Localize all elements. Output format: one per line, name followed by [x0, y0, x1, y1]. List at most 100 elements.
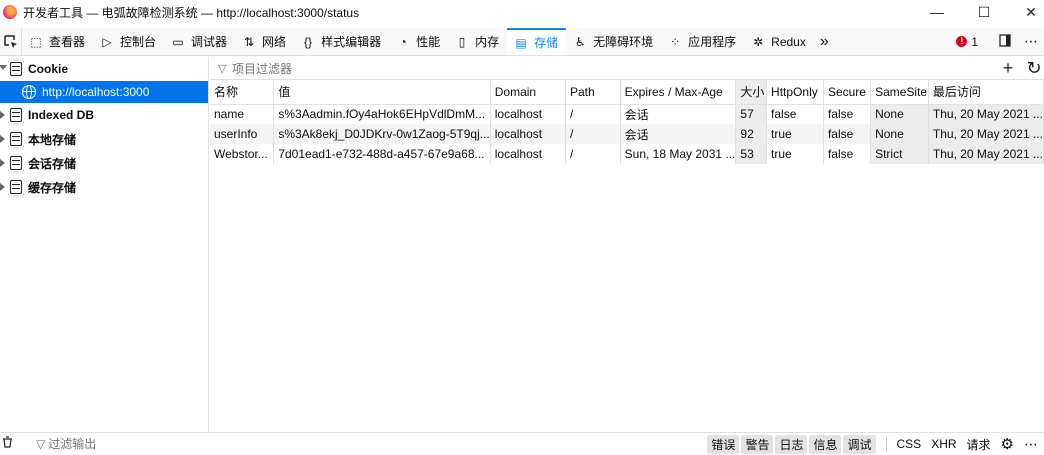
filter-icon: ▽ — [36, 436, 46, 451]
element-picker-button[interactable] — [0, 28, 22, 55]
level-error-button[interactable]: 错误 — [707, 434, 740, 454]
inspector-icon: ⬚ — [30, 34, 42, 49]
tree-item-cache-storage[interactable]: 缓存存储 — [0, 175, 208, 199]
column-header[interactable]: 名称 — [210, 80, 275, 105]
split-console-bar: ▽ 过滤输出 错误 警告 日志 信息 调试 CSS XHR 请求 ⚙ ⋯ — [0, 432, 1044, 454]
table-cell: / — [565, 104, 621, 124]
collapse-arrow-icon[interactable] — [0, 159, 5, 167]
firefox-logo-icon — [3, 5, 17, 19]
tree-item-label: 会话存储 — [28, 156, 77, 171]
table-cell: 会话 — [620, 104, 737, 124]
refresh-button[interactable]: ↻ — [1022, 57, 1044, 80]
console-filter[interactable]: ▽ 过滤输出 — [36, 435, 96, 452]
maximize-button[interactable]: ☐ — [961, 0, 1007, 24]
gear-icon: ⚙ — [1000, 436, 1014, 453]
table-cell: true — [766, 144, 824, 164]
column-header[interactable]: Secure — [823, 80, 872, 105]
column-header[interactable]: HttpOnly — [766, 80, 824, 105]
level-debug-button[interactable]: 调试 — [843, 434, 876, 454]
tab-redux[interactable]: ✲ Redux — [744, 28, 814, 55]
filter-icon: ▽ — [218, 62, 227, 75]
column-header[interactable]: 大小 — [735, 80, 768, 105]
filter-requests-button[interactable]: 请求 — [967, 436, 991, 453]
table-cell: Thu, 20 May 2021 ... — [928, 104, 1044, 124]
table-cell: Webstor... — [210, 144, 275, 164]
filter-css-button[interactable]: CSS — [897, 437, 922, 451]
collapse-arrow-icon[interactable] — [0, 135, 5, 143]
console-settings-button[interactable]: ⚙ — [1001, 435, 1014, 453]
collapse-arrow-icon[interactable] — [0, 183, 5, 191]
error-icon: ! — [956, 36, 968, 47]
collapse-arrow-icon[interactable] — [0, 111, 5, 119]
element-picker-icon — [3, 34, 17, 48]
add-item-button[interactable]: + — [996, 57, 1020, 80]
tab-console[interactable]: ▷ 控制台 — [93, 28, 164, 55]
tab-performance[interactable]: ◔ 性能 — [389, 28, 448, 55]
tree-item-indexed-db[interactable]: Indexed DB — [0, 103, 208, 127]
level-info-button[interactable]: 信息 — [809, 434, 842, 454]
table-cell: None — [870, 104, 929, 124]
column-header[interactable]: Expires / Max-Age — [620, 80, 737, 105]
dock-icon — [999, 34, 1011, 47]
table-cell: 7d01ead1-e732-488d-a457-67e9a68... — [273, 144, 491, 164]
tab-storage[interactable]: ▤ 存储 — [507, 28, 567, 55]
table-cell: localhost — [490, 124, 566, 144]
filter-xhr-button[interactable]: XHR — [931, 437, 956, 451]
tab-label: 存储 — [534, 36, 559, 50]
tab-debugger[interactable]: ▭ 调试器 — [164, 28, 235, 55]
close-button[interactable]: ✕ — [1008, 0, 1044, 24]
clear-console-button[interactable] — [2, 436, 14, 451]
tree-item-session-storage[interactable]: 会话存储 — [0, 151, 208, 175]
storage-icon — [10, 156, 22, 170]
tab-label: 控制台 — [120, 35, 157, 49]
tab-style-editor[interactable]: {} 样式编辑器 — [294, 28, 389, 55]
style-editor-icon: {} — [304, 34, 313, 49]
tree-item-localhost[interactable]: http://localhost:3000 — [0, 81, 208, 103]
overflow-menu-button[interactable]: ⋯ — [1018, 33, 1044, 50]
table-row[interactable]: userInfo s%3Ak8ekj_D0JDKrv-0w1Zaog-5T9qj.… — [210, 124, 1044, 144]
column-header[interactable]: 最后访问 — [928, 80, 1044, 105]
dock-side-button[interactable] — [992, 33, 1018, 50]
tab-network[interactable]: ⇅ 网络 — [235, 28, 294, 55]
more-tools-button[interactable]: » — [814, 28, 837, 55]
table-cell: localhost — [490, 144, 566, 164]
table-cell: Strict — [870, 144, 929, 164]
expand-arrow-icon[interactable] — [0, 65, 7, 70]
tab-memory[interactable]: ▯ 内存 — [448, 28, 507, 55]
tab-accessibility[interactable]: ♿ 无障碍环境 — [566, 28, 661, 55]
item-filter-bar: ▽ 项目过滤器 + ↻ — [210, 57, 1044, 80]
item-filter-input[interactable]: 项目过滤器 — [232, 60, 292, 77]
tab-inspector[interactable]: ⬚ 查看器 — [22, 28, 93, 55]
tab-label: 内存 — [475, 35, 500, 49]
table-row[interactable]: name s%3Aadmin.fOy4aHok6EHpVdlDmM... local… — [210, 104, 1044, 124]
error-count-badge[interactable]: ! 1 — [956, 35, 978, 49]
cookie-table-panel: ▽ 项目过滤器 + ↻ 名称值 Domain Path Expires / Max-A… — [210, 57, 1044, 432]
column-header[interactable]: Domain — [490, 80, 566, 105]
globe-icon — [22, 85, 36, 99]
tab-label: 调试器 — [191, 35, 228, 49]
table-cell: userInfo — [210, 124, 275, 144]
window-title: 开发者工具 — 电弧故障检测系统 — http://localhost:3000… — [23, 5, 360, 20]
minimize-button[interactable]: — — [914, 0, 960, 24]
table-cell: / — [565, 144, 621, 164]
tab-application[interactable]: ⁘ 应用程序 — [661, 28, 744, 55]
column-header[interactable]: SameSite — [870, 80, 929, 105]
table-cell: false — [823, 144, 872, 164]
console-filter-input[interactable]: 过滤输出 — [48, 435, 96, 452]
storage-icon — [10, 108, 22, 122]
console-more-button[interactable]: ⋯ — [1024, 436, 1038, 453]
tree-item-local-storage[interactable]: 本地存储 — [0, 127, 208, 151]
column-header[interactable]: Path — [565, 80, 621, 105]
tab-label: 样式编辑器 — [321, 35, 382, 49]
error-count: 1 — [971, 34, 978, 49]
table-row[interactable]: Webstor... 7d01ead1-e732-488d-a457-67e9a6… — [210, 144, 1044, 164]
column-header[interactable]: 值 — [273, 80, 491, 105]
storage-icon — [10, 132, 22, 146]
level-log-button[interactable]: 日志 — [775, 434, 808, 454]
storage-tree-sidebar: Cookie http://localhost:3000 Indexed DB … — [0, 57, 209, 432]
trash-icon — [3, 436, 12, 448]
tree-item-cookie[interactable]: Cookie — [0, 57, 208, 81]
table-cell: false — [766, 104, 824, 124]
level-warning-button[interactable]: 警告 — [741, 434, 774, 454]
table-cell: 53 — [735, 144, 768, 164]
